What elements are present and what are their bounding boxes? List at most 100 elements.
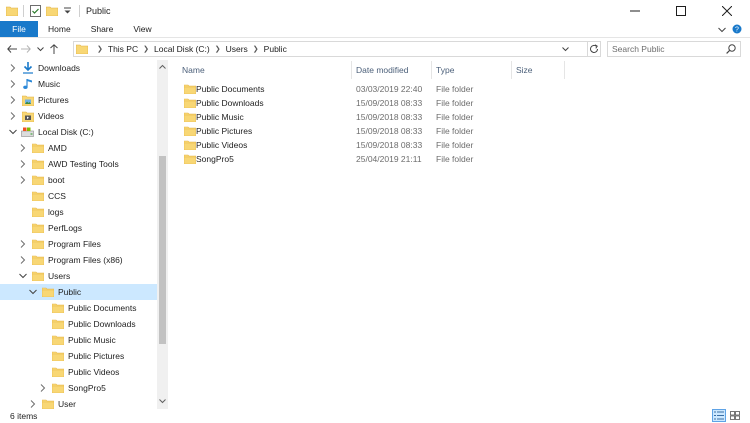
folder-icon[interactable] — [5, 5, 18, 18]
ribbon-tabs: File Home Share View ? — [0, 21, 750, 38]
chevron-right-icon[interactable]: ❯ — [97, 45, 103, 53]
sidebar-item-label: CCS — [48, 191, 66, 201]
sidebar-item-logs[interactable]: logs — [0, 204, 157, 220]
sidebar-item-awd-testing-tools[interactable]: AWD Testing Tools — [0, 156, 157, 172]
sidebar-item-ccs[interactable]: CCS — [0, 188, 157, 204]
breadcrumb-local-disk[interactable]: Local Disk (C:) — [154, 44, 210, 54]
tab-home[interactable]: Home — [38, 21, 81, 37]
chevron-right-icon[interactable] — [38, 383, 48, 393]
breadcrumb-public[interactable]: Public — [264, 44, 287, 54]
sidebar-item-label: Public Downloads — [68, 319, 136, 329]
sidebar-item-users[interactable]: Users — [0, 268, 157, 284]
sidebar-item-label: logs — [48, 207, 64, 217]
chevron-down-icon[interactable] — [8, 127, 18, 137]
scrollbar-thumb[interactable] — [159, 156, 166, 344]
table-row[interactable]: Public Music 15/09/2018 08:33 File folder — [182, 110, 552, 124]
ribbon-right-controls: ? — [718, 24, 742, 36]
folder-icon — [51, 318, 64, 330]
downloads-icon — [21, 62, 34, 74]
refresh-button[interactable] — [587, 41, 601, 57]
up-button[interactable] — [47, 40, 61, 58]
table-row[interactable]: Public Videos 15/09/2018 08:33 File folder — [182, 138, 552, 152]
close-button[interactable] — [704, 0, 750, 22]
details-view-button[interactable] — [712, 409, 726, 422]
minimize-button[interactable] — [612, 0, 658, 22]
forward-button[interactable] — [19, 40, 33, 58]
chevron-right-icon[interactable] — [8, 111, 18, 121]
chevron-right-icon[interactable] — [18, 175, 28, 185]
table-row[interactable]: Public Documents 03/03/2019 22:40 File fol… — [182, 82, 552, 96]
table-row[interactable]: Public Pictures 15/09/2018 08:33 File fold… — [182, 124, 552, 138]
sidebar-item-local-disk-c[interactable]: Local Disk (C:) — [0, 124, 157, 140]
expand-ribbon-icon[interactable] — [718, 25, 726, 35]
quick-access-toolbar — [0, 0, 82, 22]
chevron-right-icon[interactable]: ❯ — [253, 45, 259, 53]
chevron-right-icon[interactable] — [8, 95, 18, 105]
sidebar-item-public-videos[interactable]: Public Videos — [0, 364, 157, 380]
large-icons-view-button[interactable] — [728, 409, 742, 422]
column-header-name[interactable]: Name — [177, 60, 351, 80]
scroll-up-icon[interactable] — [158, 62, 167, 71]
file-type: File folder — [436, 84, 474, 94]
sidebar-item-public-music[interactable]: Public Music — [0, 332, 157, 348]
maximize-button[interactable] — [658, 0, 704, 22]
sidebar-item-boot[interactable]: boot — [0, 172, 157, 188]
sidebar-item-program-files[interactable]: Program Files — [0, 236, 157, 252]
navigation-scrollbar[interactable] — [157, 60, 168, 409]
status-bar: 6 items — [0, 408, 750, 423]
chevron-down-icon[interactable] — [28, 287, 38, 297]
chevron-right-icon[interactable]: ❯ — [143, 45, 149, 53]
sidebar-item-songpro5[interactable]: SongPro5 — [0, 380, 157, 396]
sidebar-item-downloads[interactable]: Downloads — [0, 60, 157, 76]
recent-locations-button[interactable] — [33, 40, 47, 58]
chevron-right-icon[interactable] — [8, 79, 18, 89]
breadcrumb-users[interactable]: Users — [226, 44, 248, 54]
sidebar-item-videos[interactable]: Videos — [0, 108, 157, 124]
folder-icon — [31, 238, 44, 250]
chevron-down-icon[interactable] — [18, 271, 28, 281]
sidebar-item-public-downloads[interactable]: Public Downloads — [0, 316, 157, 332]
breadcrumb-this-pc[interactable]: This PC — [108, 44, 138, 54]
sidebar-item-amd[interactable]: AMD — [0, 140, 157, 156]
sidebar-item-program-files-x86[interactable]: Program Files (x86) — [0, 252, 157, 268]
search-box[interactable] — [607, 41, 741, 57]
sidebar-item-perflogs[interactable]: PerfLogs — [0, 220, 157, 236]
chevron-right-icon[interactable] — [18, 159, 28, 169]
sidebar-item-public-documents[interactable]: Public Documents — [0, 300, 157, 316]
file-type: File folder — [436, 98, 474, 108]
chevron-right-icon[interactable] — [8, 63, 18, 73]
table-row[interactable]: Public Downloads 15/09/2018 08:33 File fol… — [182, 96, 552, 110]
search-icon[interactable] — [726, 44, 736, 56]
new-folder-icon[interactable] — [45, 5, 58, 18]
item-count: 6 items — [10, 410, 38, 421]
properties-icon[interactable] — [29, 5, 42, 18]
back-button[interactable] — [5, 40, 19, 58]
help-icon[interactable]: ? — [732, 24, 742, 36]
column-header-size[interactable]: Size — [511, 60, 564, 80]
chevron-right-icon[interactable] — [18, 239, 28, 249]
tab-file[interactable]: File — [0, 21, 38, 37]
column-divider[interactable] — [564, 61, 565, 79]
customize-toolbar-icon[interactable] — [61, 5, 74, 18]
file-date-modified: 15/09/2018 08:33 — [356, 98, 423, 108]
table-row[interactable]: SongPro5 25/04/2019 21:11 File folder — [182, 152, 552, 166]
chevron-right-icon[interactable]: ❯ — [215, 45, 221, 53]
chevron-right-icon[interactable] — [18, 255, 28, 265]
sidebar-item-music[interactable]: Music — [0, 76, 157, 92]
sidebar-item-public[interactable]: Public — [0, 284, 157, 300]
sidebar-item-pictures[interactable]: Pictures — [0, 92, 157, 108]
file-name: Public Downloads — [196, 98, 264, 108]
tab-share[interactable]: Share — [81, 21, 124, 37]
folder-icon — [31, 270, 44, 282]
chevron-right-icon[interactable] — [18, 143, 28, 153]
column-header-type[interactable]: Type — [431, 60, 511, 80]
column-header-date-modified[interactable]: Date modified — [351, 60, 431, 80]
file-date-modified: 15/09/2018 08:33 — [356, 140, 423, 150]
search-input[interactable] — [612, 44, 722, 54]
address-bar[interactable]: ❯ This PC ❯ Local Disk (C:) ❯ Users ❯ Pu… — [73, 41, 588, 57]
navigation-bar: ❯ This PC ❯ Local Disk (C:) ❯ Users ❯ Pu… — [0, 39, 750, 59]
tab-view[interactable]: View — [123, 21, 161, 37]
chevron-down-icon[interactable] — [559, 43, 571, 55]
sidebar-item-public-pictures[interactable]: Public Pictures — [0, 348, 157, 364]
scroll-down-icon[interactable] — [158, 397, 167, 406]
